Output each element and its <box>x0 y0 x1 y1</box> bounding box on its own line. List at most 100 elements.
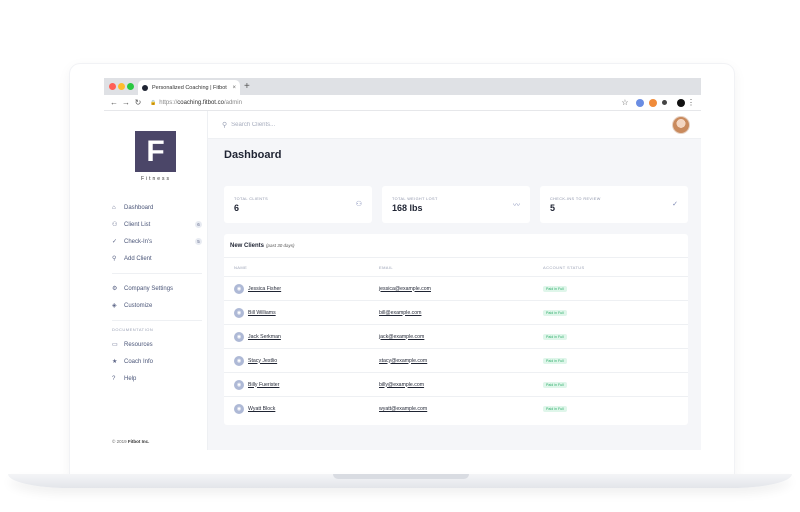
client-email-link[interactable]: bill@example.com <box>379 310 421 316</box>
stat-value: 6 <box>234 203 240 213</box>
book-icon: ▭ <box>112 342 118 348</box>
reload-icon[interactable]: ↻ <box>132 98 144 107</box>
sidebar-nav: ⌂ Dashboard ⚇ Client List 6 ✓ Check-In's… <box>112 199 202 387</box>
client-email-link[interactable]: billy@example.com <box>379 382 424 388</box>
stat-value: 5 <box>550 203 556 213</box>
new-clients-subtitle: (past 30 days) <box>266 243 295 248</box>
client-name-link[interactable]: Jack Serkman <box>248 334 281 340</box>
minimize-window-button[interactable] <box>118 83 125 90</box>
status-cell: Paid in Full <box>543 333 688 340</box>
extension-icon[interactable] <box>649 98 657 107</box>
extension-icon[interactable] <box>662 100 667 105</box>
laptop-notch <box>333 474 469 479</box>
menu-icon[interactable]: ⋮ <box>685 98 697 107</box>
check-circle-icon: ✓ <box>672 201 678 208</box>
sidebar-item-resources[interactable]: ▭ Resources <box>112 336 202 353</box>
email-cell: wyatt@example.com <box>379 406 543 412</box>
status-cell: Paid in Full <box>543 406 688 412</box>
address-bar: ← → ↻ 🔒 https:// coaching.fitbot.co /adm… <box>104 95 701 111</box>
url-path: /admin <box>223 99 242 106</box>
table-body: ◉ Jessica Fisher jessica@example.com Paid i… <box>224 277 688 421</box>
forward-icon[interactable]: → <box>120 98 132 107</box>
sidebar-item-add-client[interactable]: ⚲ Add Client <box>112 250 202 267</box>
sidebar-item-customize[interactable]: ◈ Customize <box>112 297 202 314</box>
main-content: ⚲ Dashboard TOTAL CLIENTS 6 ⚇ TOTAL WEIG… <box>208 111 701 450</box>
sidebar-item-label: Check-In's <box>124 238 153 245</box>
logo[interactable]: F <box>135 131 176 172</box>
bookmark-star-icon[interactable]: ☆ <box>619 98 631 107</box>
section-label: DOCUMENTATION <box>112 327 154 332</box>
client-email-link[interactable]: stacy@example.com <box>379 358 427 364</box>
status-badge: Paid in Full <box>543 406 567 412</box>
sidebar-item-help[interactable]: ? Help <box>112 370 202 387</box>
status-cell: Paid in Full <box>543 357 688 364</box>
browser-tab[interactable]: Personalized Coaching | Fitbot × <box>138 80 240 95</box>
tab-title: Personalized Coaching | Fitbot <box>152 84 227 91</box>
client-email-link[interactable]: jack@example.com <box>379 334 424 340</box>
column-header-email: EMAIL <box>379 264 394 270</box>
stat-value: 168 lbs <box>392 203 423 213</box>
sidebar-item-label: Add Client <box>124 255 152 262</box>
status-badge: Paid in Full <box>543 357 567 364</box>
email-cell: billy@example.com <box>379 382 543 388</box>
close-tab-icon[interactable]: × <box>232 85 236 91</box>
logo-subtitle: Fitness <box>140 176 172 182</box>
close-window-button[interactable] <box>109 83 116 90</box>
count-badge: 5 <box>195 238 202 245</box>
avatar[interactable] <box>672 116 690 134</box>
footer-copyright: © 2019 <box>112 439 127 444</box>
new-tab-button[interactable]: + <box>244 81 250 92</box>
extension-icon[interactable] <box>636 98 644 107</box>
stage: Personalized Coaching | Fitbot × + ← → ↻… <box>0 0 800 512</box>
sidebar-item-company-settings[interactable]: ⚙ Company Settings <box>112 280 202 297</box>
sidebar-item-coach-info[interactable]: ★ Coach Info <box>112 353 202 370</box>
table-row[interactable]: ◉ Bill Williams bill@example.com Paid in Fu… <box>224 301 688 325</box>
table-row[interactable]: ◉ Billy Fuerister billy@example.com Paid in… <box>224 373 688 397</box>
table-row[interactable]: ◉ Jessica Fisher jessica@example.com Paid i… <box>224 277 688 301</box>
star-icon: ★ <box>112 359 118 365</box>
client-name-link[interactable]: Jessica Fisher <box>248 286 281 292</box>
maximize-window-button[interactable] <box>127 83 134 90</box>
favicon-icon <box>142 84 148 91</box>
client-name-link[interactable]: Stacy Jestlio <box>248 358 277 364</box>
status-cell: Paid in Full <box>543 309 688 316</box>
client-email-link[interactable]: wyatt@example.com <box>379 406 427 412</box>
table-row[interactable]: ◉ Wyatt Block wyatt@example.com Paid in Ful… <box>224 397 688 421</box>
client-email-link[interactable]: jessica@example.com <box>379 286 431 292</box>
column-header-status: ACCOUNT STATUS <box>543 264 585 270</box>
table-row[interactable]: ◉ Stacy Jestlio stacy@example.com Paid in F… <box>224 349 688 373</box>
lock-icon: 🔒 <box>150 99 157 106</box>
footer: © 2019 Fitbot Inc. <box>112 439 149 444</box>
sidebar-item-label: Company Settings <box>124 285 174 292</box>
footer-brand: Fitbot Inc. <box>127 439 150 444</box>
url-field[interactable]: 🔒 https:// coaching.fitbot.co /admin <box>150 100 619 106</box>
new-clients-header: New Clients (past 30 days) <box>224 234 688 258</box>
divider <box>112 273 202 274</box>
email-cell: bill@example.com <box>379 310 543 316</box>
client-name-link[interactable]: Bill Williams <box>248 310 276 316</box>
table-row[interactable]: ◉ Jack Serkman jack@example.com Paid in Ful… <box>224 325 688 349</box>
sidebar-item-check-ins[interactable]: ✓ Check-In's 5 <box>112 233 202 250</box>
name-cell: ◉ Jack Serkman <box>224 331 379 342</box>
sidebar-item-client-list[interactable]: ⚇ Client List 6 <box>112 216 202 233</box>
status-cell: Paid in Full <box>543 285 688 292</box>
users-icon: ⚇ <box>355 201 362 208</box>
email-cell: jack@example.com <box>379 334 543 340</box>
client-name-link[interactable]: Wyatt Block <box>248 406 275 412</box>
status-badge: Paid in Full <box>543 285 567 292</box>
client-name-link[interactable]: Billy Fuerister <box>248 382 279 388</box>
user-avatar-icon: ◉ <box>234 379 244 390</box>
search-input[interactable] <box>231 121 392 128</box>
user-avatar-icon: ◉ <box>234 331 244 342</box>
user-plus-icon: ⚲ <box>112 256 117 262</box>
user-avatar-icon: ◉ <box>234 307 244 318</box>
profile-icon[interactable] <box>677 98 685 107</box>
sidebar-item-dashboard[interactable]: ⌂ Dashboard <box>112 199 202 216</box>
url-prefix: https:// <box>159 99 178 106</box>
name-cell: ◉ Jessica Fisher <box>224 283 379 294</box>
new-clients-card: New Clients (past 30 days) NAME EMAIL AC… <box>224 234 688 425</box>
stat-label: TOTAL CLIENTS <box>234 197 269 201</box>
stat-label: CHECK-INS TO REVIEW <box>550 197 601 201</box>
back-icon[interactable]: ← <box>108 98 120 107</box>
app: F Fitness ⌂ Dashboard ⚇ Client List 6 ✓ … <box>104 111 701 450</box>
